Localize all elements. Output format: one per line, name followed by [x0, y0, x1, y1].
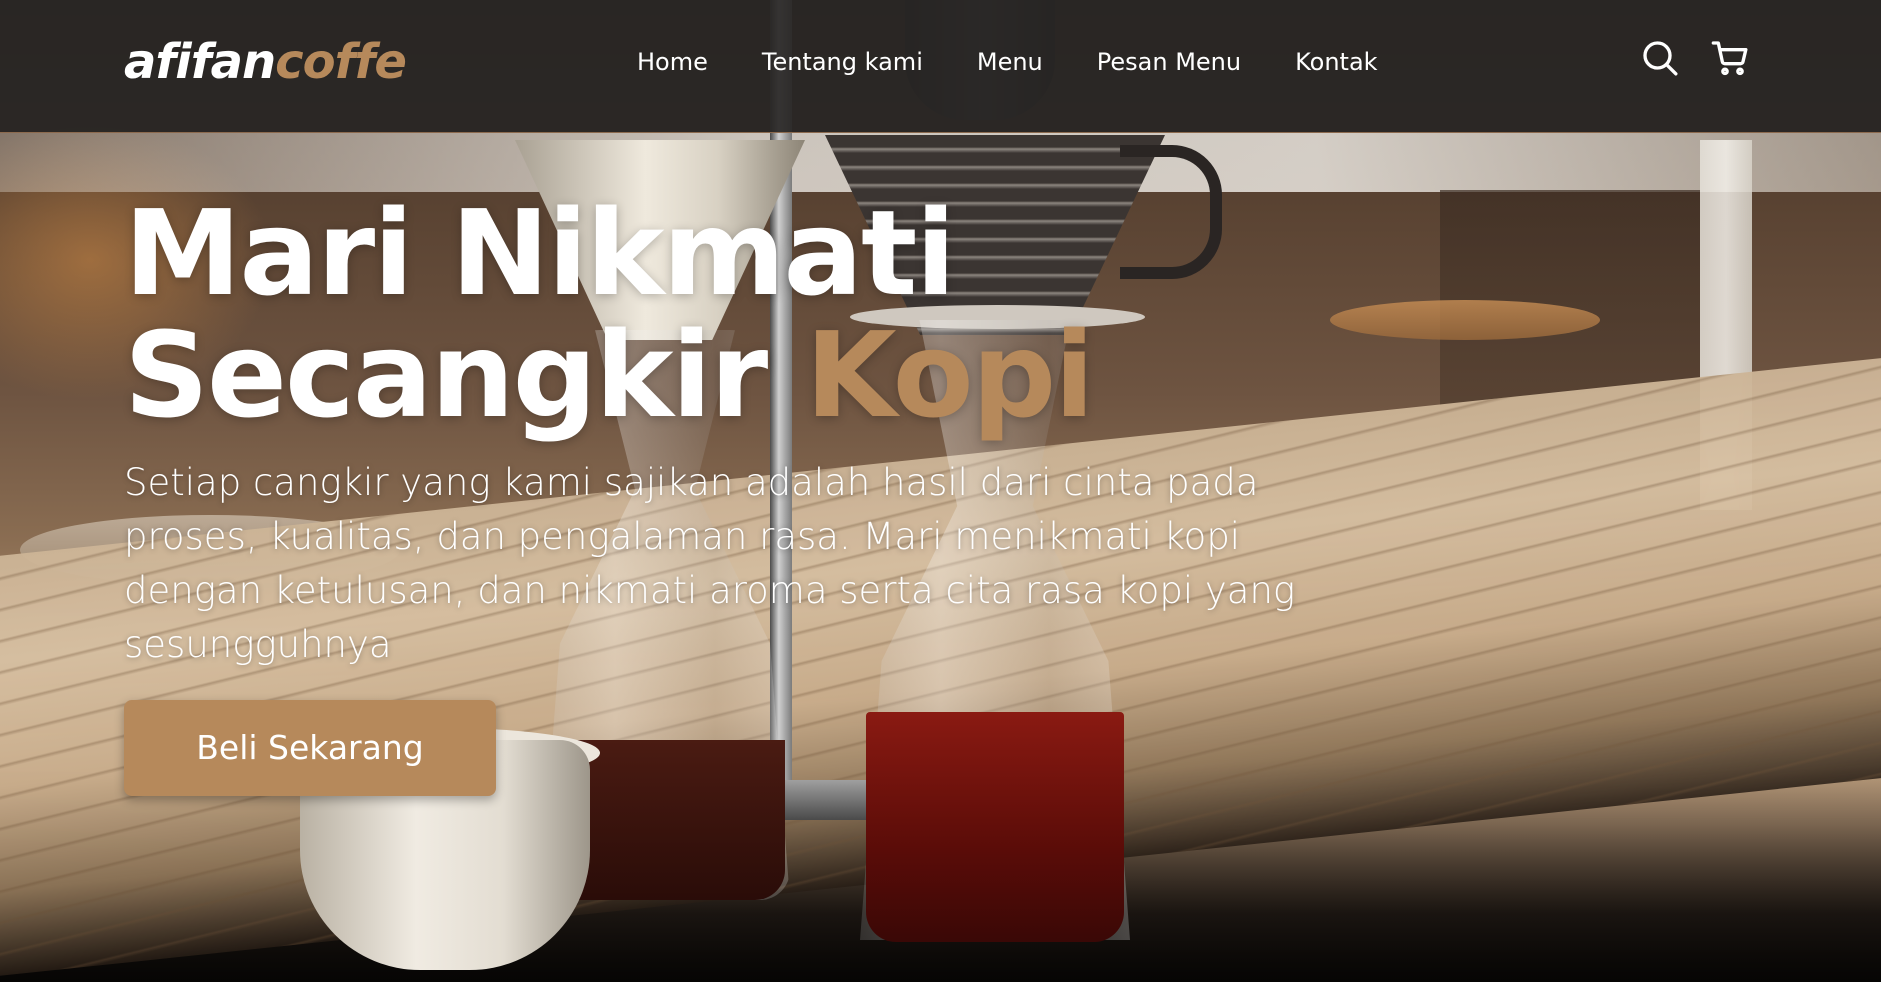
hero-title-line2: Secangkir — [124, 306, 768, 444]
nav-link-home[interactable]: Home — [637, 44, 708, 80]
search-icon[interactable] — [1640, 38, 1680, 78]
navbar: afifancoffe Home Tentang kami Menu Pesan… — [0, 0, 1881, 133]
hero-title-line1: Mari Nikmati — [124, 184, 956, 322]
nav-link-tentang-kami[interactable]: Tentang kami — [762, 44, 923, 80]
logo-text-primary: afifan — [124, 34, 276, 90]
nav-link-menu[interactable]: Menu — [977, 44, 1043, 80]
nav-link-kontak[interactable]: Kontak — [1295, 44, 1377, 80]
nav-icons — [1640, 38, 1750, 78]
hero-title-accent: Kopi — [805, 306, 1094, 444]
hero-title: Mari Nikmati Secangkir Kopi — [124, 192, 1374, 436]
buy-now-button[interactable]: Beli Sekarang — [124, 700, 496, 796]
page: afifancoffe Home Tentang kami Menu Pesan… — [0, 0, 1881, 982]
logo-text-accent: coffe — [275, 34, 407, 90]
nav-links: Home Tentang kami Menu Pesan Menu Kontak — [637, 44, 1432, 80]
cart-icon[interactable] — [1710, 38, 1750, 78]
nav-link-pesan-menu[interactable]: Pesan Menu — [1097, 44, 1241, 80]
hero-description: Setiap cangkir yang kami sajikan adalah … — [124, 461, 1296, 666]
brand-logo[interactable]: afifancoffe — [124, 30, 407, 94]
hero-section: Mari Nikmati Secangkir Kopi Setiap cangk… — [124, 192, 1374, 796]
